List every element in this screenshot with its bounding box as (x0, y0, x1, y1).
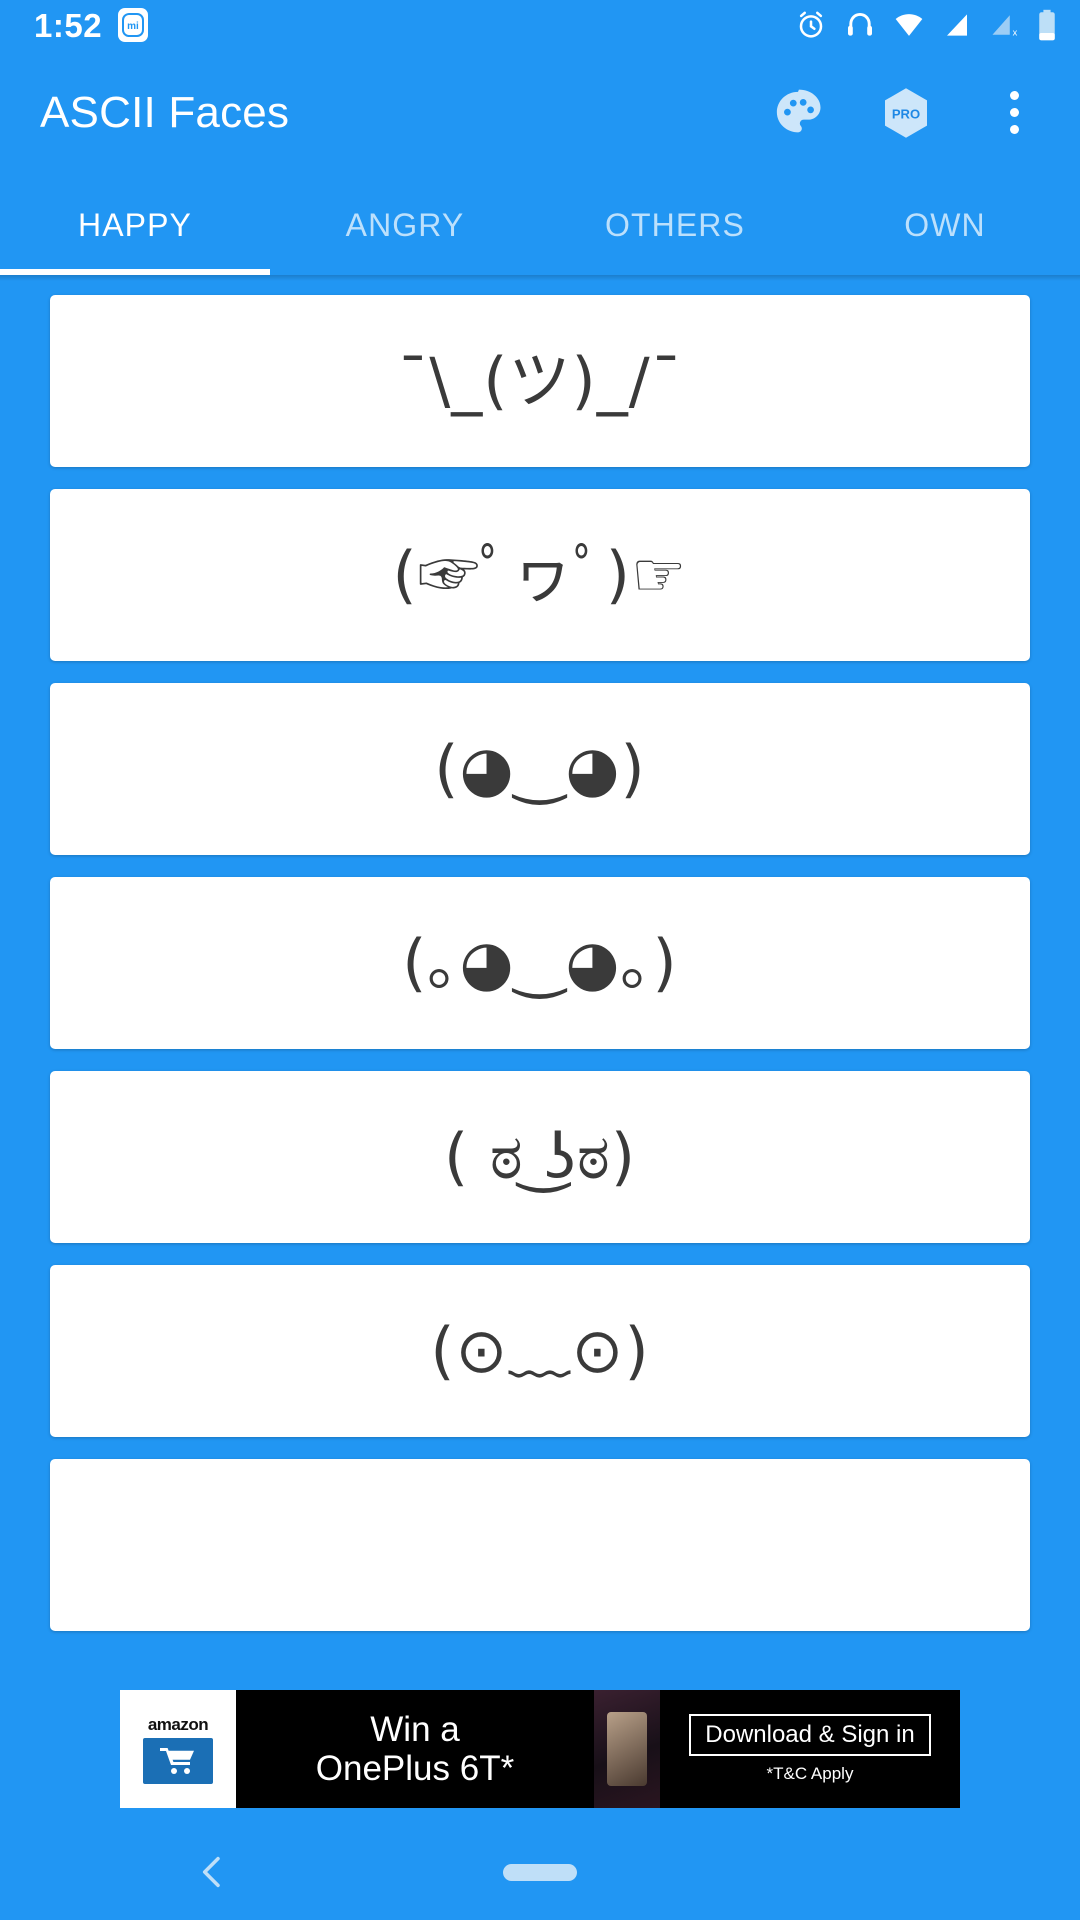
mi-glyph: mi (122, 13, 145, 37)
pro-badge-icon: PRO (885, 87, 927, 138)
tab-own[interactable]: OWN (810, 175, 1080, 275)
shopping-cart-icon (143, 1737, 213, 1784)
pro-upgrade-button[interactable]: PRO (878, 85, 934, 141)
face-card[interactable]: (⊙﹏⊙) (50, 1265, 1030, 1437)
tab-angry-label: ANGRY (345, 206, 465, 243)
face-text: (◕‿◕) (434, 731, 646, 805)
back-button[interactable] (186, 1845, 240, 1899)
face-card[interactable]: (◕‿◕) (50, 683, 1030, 855)
ad-headline-line1: Win a (370, 1709, 460, 1749)
overflow-menu-button[interactable] (986, 85, 1042, 141)
tab-others-label: OTHERS (605, 206, 745, 243)
face-card[interactable] (50, 1459, 1030, 1631)
face-list[interactable]: ¯\_(ツ)_/¯ (☞ﾟヮﾟ)☞ (◕‿◕) (｡◕‿◕｡) ( ಠ ͜ʖಠ)… (0, 281, 1080, 1824)
tab-angry[interactable]: ANGRY (270, 175, 540, 275)
headset-icon (844, 9, 876, 41)
ad-brand-name: amazon (147, 1714, 209, 1734)
system-nav-bar (0, 1824, 1080, 1920)
ad-brand-logo: amazon (120, 1690, 236, 1808)
ad-cta-button[interactable]: Download & Sign in (689, 1714, 931, 1756)
wifi-icon (893, 9, 925, 41)
tab-happy-label: HAPPY (78, 206, 192, 243)
signal-off-icon: x (989, 10, 1019, 40)
status-bar-right: x (795, 9, 1058, 41)
svg-text:x: x (1013, 27, 1018, 37)
signal-icon (942, 10, 972, 40)
face-text: (☞ﾟヮﾟ)☞ (392, 537, 688, 611)
ad-cta-group[interactable]: Download & Sign in *T&C Apply (660, 1690, 960, 1808)
theme-palette-button[interactable] (770, 85, 826, 141)
tab-own-label: OWN (904, 206, 986, 243)
face-card[interactable]: ( ಠ ͜ʖಠ) (50, 1071, 1030, 1243)
home-indicator[interactable] (503, 1863, 577, 1881)
ad-headline: Win a OnePlus 6T* (236, 1690, 594, 1808)
ad-product-image (594, 1690, 660, 1808)
tab-others[interactable]: OTHERS (540, 175, 810, 275)
tab-bar: HAPPY ANGRY OTHERS OWN (0, 175, 1080, 275)
app-bar: ASCII Faces PRO (0, 50, 1080, 175)
svg-text:mi: mi (127, 21, 139, 32)
battery-icon (1036, 9, 1058, 41)
ad-banner[interactable]: amazon Win a OnePlus 6T* Download & Sign… (120, 1690, 960, 1808)
face-card[interactable]: ¯\_(ツ)_/¯ (50, 295, 1030, 467)
mi-app-icon: mi (118, 8, 149, 42)
tab-selection-indicator (0, 269, 270, 275)
alarm-icon (795, 9, 827, 41)
face-text: (｡◕‿◕｡) (402, 925, 678, 999)
status-time: 1:52 (34, 6, 103, 44)
tab-happy[interactable]: HAPPY (0, 175, 270, 275)
status-bar-left: 1:52 mi (34, 6, 149, 44)
ad-headline-line2: OnePlus 6T* (315, 1749, 515, 1788)
face-card[interactable]: (☞ﾟヮﾟ)☞ (50, 489, 1030, 661)
status-bar: 1:52 mi x (0, 0, 1080, 50)
page-title: ASCII Faces (40, 87, 290, 137)
face-text: ( ಠ ͜ʖಠ) (443, 1119, 637, 1193)
overflow-menu-icon (1009, 91, 1019, 134)
face-text: (⊙﹏⊙) (430, 1313, 650, 1387)
app-root: 1:52 mi x ASCII Faces PRO HAPPY ANGRY OT… (0, 0, 1080, 1920)
palette-icon (776, 89, 821, 132)
chevron-left-icon (202, 1856, 220, 1888)
app-bar-actions: PRO (770, 85, 1054, 141)
face-text: ¯\_(ツ)_/¯ (397, 343, 683, 417)
face-card[interactable]: (｡◕‿◕｡) (50, 877, 1030, 1049)
pro-badge-label: PRO (892, 106, 920, 121)
ad-banner-container: amazon Win a OnePlus 6T* Download & Sign… (0, 1674, 1080, 1824)
phone-graphic (607, 1712, 647, 1786)
ad-disclaimer: *T&C Apply (766, 1764, 854, 1783)
